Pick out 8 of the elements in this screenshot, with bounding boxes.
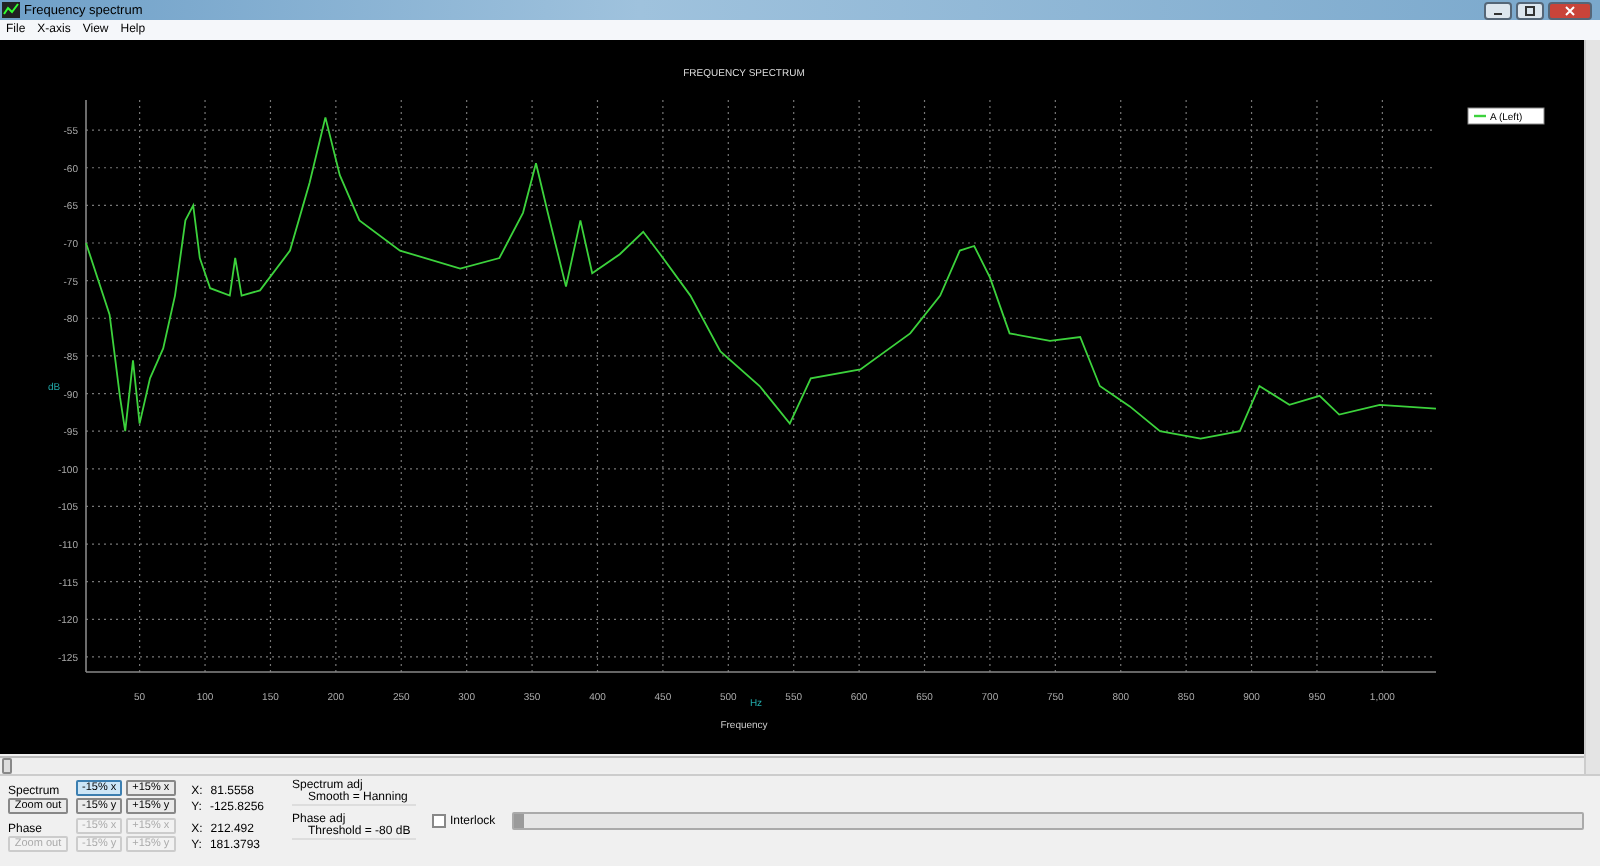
close-button[interactable] bbox=[1548, 1, 1592, 19]
maximize-icon bbox=[1524, 5, 1536, 15]
interlock-checkbox[interactable] bbox=[432, 814, 446, 828]
maximize-button[interactable] bbox=[1516, 1, 1544, 19]
close-icon bbox=[1564, 5, 1576, 15]
vertical-scrollbar[interactable] bbox=[1584, 40, 1600, 774]
spectrum-icon bbox=[2, 2, 20, 18]
minimize-button[interactable] bbox=[1484, 1, 1512, 19]
